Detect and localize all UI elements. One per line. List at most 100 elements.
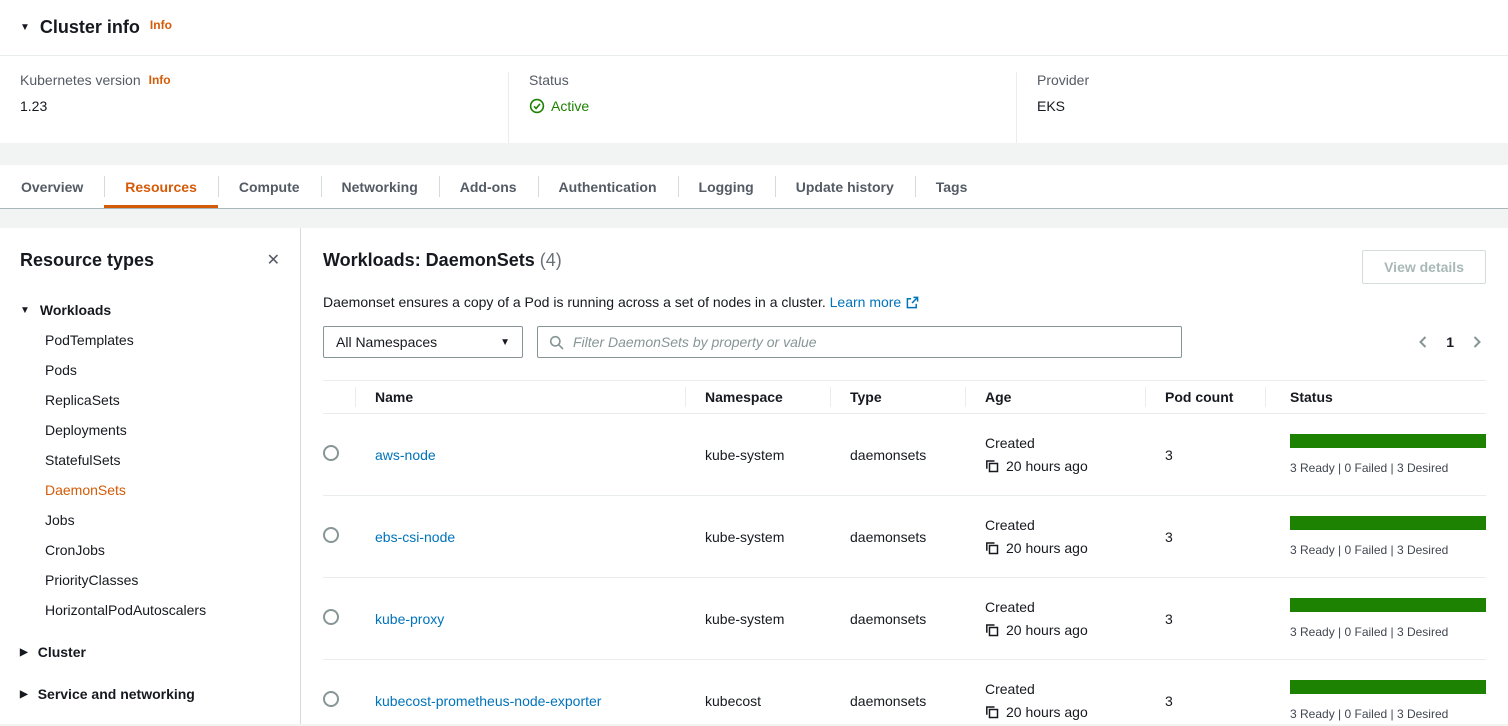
pagination-next-icon[interactable] [1471, 334, 1483, 350]
search-input[interactable] [573, 334, 1170, 350]
row-select-cell [323, 527, 355, 546]
kubernetes-version-value: 1.23 [20, 98, 488, 114]
daemonset-link[interactable]: ebs-csi-node [375, 529, 455, 545]
sidebar-item-replicasets[interactable]: ReplicaSets [45, 385, 280, 415]
daemonsets-main: Workloads: DaemonSets (4) View details D… [301, 228, 1508, 724]
sidebar-item-daemonsets[interactable]: DaemonSets [45, 475, 280, 505]
row-radio[interactable] [323, 445, 339, 461]
age-cell: Created 20 hours ago [965, 681, 1145, 720]
tab-overview[interactable]: Overview [0, 165, 104, 208]
learn-more-link[interactable]: Learn more [830, 294, 920, 310]
row-radio[interactable] [323, 691, 339, 707]
pod-count-cell: 3 [1145, 447, 1265, 463]
column-header-pod-count: Pod count [1145, 389, 1265, 405]
tab-tags[interactable]: Tags [915, 165, 989, 208]
daemonsets-table: Name Namespace Type Age Pod count Status… [323, 380, 1486, 726]
view-details-button[interactable]: View details [1362, 250, 1486, 284]
collapse-caret-icon[interactable]: ▼ [20, 22, 30, 33]
status-text: 3 Ready | 0 Failed | 3 Desired [1290, 625, 1486, 639]
tab-authentication[interactable]: Authentication [538, 165, 678, 208]
daemonset-link[interactable]: kube-proxy [375, 611, 444, 627]
search-icon [549, 335, 564, 350]
table-title: Workloads: DaemonSets (4) [323, 250, 562, 271]
close-icon[interactable]: ✕ [267, 253, 280, 269]
age-created-label: Created [985, 435, 1145, 451]
external-link-icon [906, 296, 919, 309]
row-radio[interactable] [323, 527, 339, 543]
table-row: aws-node kube-system daemonsets Created … [323, 414, 1486, 496]
column-header-status: Status [1265, 389, 1486, 405]
namespace-cell: kubecost [685, 693, 830, 709]
column-header-name: Name [355, 389, 685, 405]
row-select-cell [323, 445, 355, 464]
column-header-age: Age [965, 389, 1145, 405]
cluster-info-header: ▼ Cluster info Info [0, 0, 1508, 56]
age-created-label: Created [985, 599, 1145, 615]
namespace-cell: kube-system [685, 611, 830, 627]
tab-networking[interactable]: Networking [321, 165, 439, 208]
name-cell: kubecost-prometheus-node-exporter [355, 693, 685, 709]
namespace-select[interactable]: All Namespaces ▼ [323, 326, 523, 358]
status-bar [1290, 680, 1486, 694]
pod-count-cell: 3 [1145, 611, 1265, 627]
sidebar-item-podtemplates[interactable]: PodTemplates [45, 325, 280, 355]
tab-logging[interactable]: Logging [678, 165, 775, 208]
page-number[interactable]: 1 [1446, 334, 1454, 350]
sidebar-group-service-networking-label: Service and networking [38, 686, 195, 702]
name-cell: aws-node [355, 447, 685, 463]
age-value: 20 hours ago [1006, 622, 1088, 638]
namespace-cell: kube-system [685, 529, 830, 545]
sidebar-item-jobs[interactable]: Jobs [45, 505, 280, 535]
copy-icon [985, 541, 999, 555]
sidebar-item-priorityclasses[interactable]: PriorityClasses [45, 565, 280, 595]
daemonset-filter-search [537, 326, 1182, 358]
status-cell: 3 Ready | 0 Failed | 3 Desired [1265, 598, 1486, 639]
sidebar-item-pods[interactable]: Pods [45, 355, 280, 385]
table-row: ebs-csi-node kube-system daemonsets Crea… [323, 496, 1486, 578]
column-header-type: Type [830, 389, 965, 405]
pod-count-cell: 3 [1145, 529, 1265, 545]
age-created-label: Created [985, 517, 1145, 533]
cluster-info-panel: Kubernetes version Info 1.23 Status Acti… [0, 56, 1508, 143]
sidebar-item-statefulsets[interactable]: StatefulSets [45, 445, 280, 475]
age-cell: Created 20 hours ago [965, 599, 1145, 638]
row-radio[interactable] [323, 609, 339, 625]
sidebar-title: Resource types [20, 250, 154, 271]
expand-caret-icon: ▶ [20, 647, 28, 658]
tab-update-history[interactable]: Update history [775, 165, 915, 208]
daemonset-link[interactable]: kubecost-prometheus-node-exporter [375, 693, 601, 709]
status-cell: 3 Ready | 0 Failed | 3 Desired [1265, 516, 1486, 557]
cluster-info-info-link[interactable]: Info [150, 18, 172, 32]
status-text: 3 Ready | 0 Failed | 3 Desired [1290, 707, 1486, 721]
copy-icon [985, 459, 999, 473]
age-value: 20 hours ago [1006, 458, 1088, 474]
sidebar-group-workloads[interactable]: ▼ Workloads [20, 295, 280, 325]
status-bar [1290, 434, 1486, 448]
tab-add-ons[interactable]: Add-ons [439, 165, 538, 208]
cluster-status-badge: Active [529, 98, 996, 114]
sidebar-item-horizontalpodautoscalers[interactable]: HorizontalPodAutoscalers [45, 595, 280, 625]
sidebar-group-cluster[interactable]: ▶ Cluster [20, 637, 280, 667]
description-text: Daemonset ensures a copy of a Pod is run… [323, 294, 826, 310]
sidebar-group-service-networking[interactable]: ▶ Service and networking [20, 679, 280, 709]
sidebar-item-cronjobs[interactable]: CronJobs [45, 535, 280, 565]
kubernetes-version-column: Kubernetes version Info 1.23 [0, 72, 508, 143]
table-title-text: Workloads: DaemonSets [323, 250, 535, 270]
pagination: 1 [1417, 334, 1486, 350]
age-cell: Created 20 hours ago [965, 435, 1145, 474]
tab-compute[interactable]: Compute [218, 165, 321, 208]
status-text: 3 Ready | 0 Failed | 3 Desired [1290, 461, 1486, 475]
name-cell: kube-proxy [355, 611, 685, 627]
kubernetes-version-info-link[interactable]: Info [149, 73, 171, 87]
sidebar-item-deployments[interactable]: Deployments [45, 415, 280, 445]
status-text: 3 Ready | 0 Failed | 3 Desired [1290, 543, 1486, 557]
daemonset-link[interactable]: aws-node [375, 447, 436, 463]
table-row: kube-proxy kube-system daemonsets Create… [323, 578, 1486, 660]
namespace-select-value: All Namespaces [336, 334, 437, 350]
pagination-prev-icon[interactable] [1417, 334, 1429, 350]
sidebar-group-cluster-label: Cluster [38, 644, 86, 660]
tab-resources[interactable]: Resources [104, 165, 218, 208]
status-cell: 3 Ready | 0 Failed | 3 Desired [1265, 434, 1486, 475]
row-select-cell [323, 691, 355, 710]
age-cell: Created 20 hours ago [965, 517, 1145, 556]
